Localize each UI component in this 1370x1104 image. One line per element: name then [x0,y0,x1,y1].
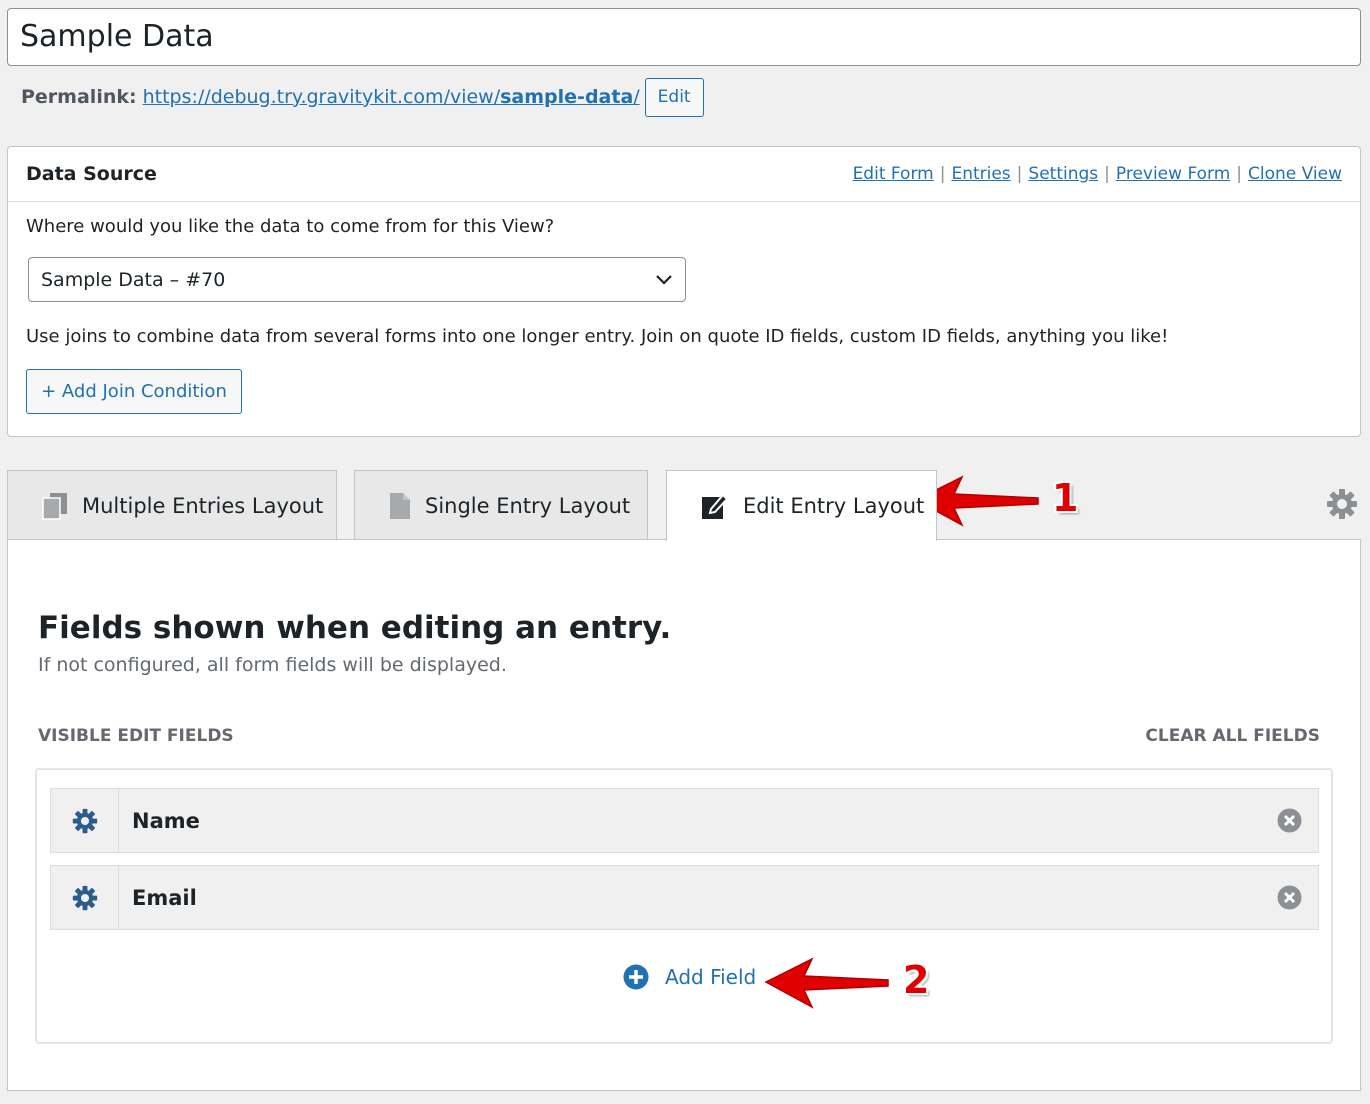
data-source-question: Where would you like the data to come fr… [26,216,555,237]
link-separator: | [1104,164,1110,184]
edit-layout-panel: Fields shown when editing an entry. If n… [7,539,1361,1091]
chevron-down-icon [655,269,673,291]
edit-permalink-button[interactable]: Edit [644,77,704,117]
link-separator: | [939,164,946,184]
tab-label: Edit Entry Layout [743,494,925,518]
permalink-row: Permalink: https://debug.try.gravitykit.… [21,77,704,117]
edit-fields-area: Name Email Add Field [35,768,1333,1044]
visible-edit-fields-label: Visible Edit Fields [38,726,234,746]
data-source-links: Edit Form | Entries | Settings | Preview… [853,164,1342,184]
entries-link[interactable]: Entries [951,164,1010,184]
document-icon [389,492,411,520]
edit-layout-heading: Fields shown when editing an entry. [38,610,672,646]
copy-icon [42,492,68,520]
add-field-label: Add Field [665,965,757,989]
preview-form-link[interactable]: Preview Form [1116,164,1230,184]
field-row-email[interactable]: Email [50,865,1319,930]
permalink-url-suffix: / [633,86,640,108]
data-source-heading: Data Source [26,163,157,185]
edit-form-link[interactable]: Edit Form [853,164,934,184]
view-title-input[interactable]: Sample Data [7,8,1361,66]
data-source-panel: Data Source Edit Form | Entries | Settin… [7,146,1361,437]
layout-tabs: Multiple Entries Layout Single Entry Lay… [7,470,1361,541]
field-label: Name [132,808,200,833]
form-select[interactable]: Sample Data – #70 [28,257,686,302]
permalink-url-slug: sample-data [500,86,634,108]
add-field-button[interactable]: Add Field [623,964,756,990]
clone-view-link[interactable]: Clone View [1248,164,1342,184]
settings-link[interactable]: Settings [1028,164,1098,184]
tab-label: Multiple Entries Layout [82,493,324,518]
remove-field-close-icon[interactable] [1277,885,1302,910]
tab-label: Single Entry Layout [425,493,631,518]
tab-edit-entry-layout[interactable]: Edit Entry Layout [666,470,937,541]
tab-multiple-entries-layout[interactable]: Multiple Entries Layout [7,470,337,540]
field-row-name[interactable]: Name [50,788,1319,853]
field-label: Email [132,885,197,910]
clear-all-fields-button[interactable]: Clear All Fields [1145,726,1320,746]
data-source-header: Data Source Edit Form | Entries | Settin… [8,147,1360,202]
annotation-number-1: 1 [1052,476,1079,520]
permalink-url-prefix: https://debug.try.gravitykit.com/view/ [142,86,501,108]
plus-circle-icon [623,964,649,990]
link-separator: | [1016,164,1023,184]
gear-icon[interactable] [1326,488,1358,524]
annotation-arrow-2 [764,957,889,1009]
joins-help-text: Use joins to combine data from several f… [26,326,1169,347]
add-join-condition-button[interactable]: + Add Join Condition [26,369,242,414]
tab-single-entry-layout[interactable]: Single Entry Layout [354,470,648,540]
link-separator: | [1236,164,1243,184]
form-select-value: Sample Data – #70 [41,268,226,291]
edit-icon [701,491,729,521]
remove-field-close-icon[interactable] [1277,808,1302,833]
field-settings-gear-icon[interactable] [51,789,119,852]
edit-layout-subheading: If not configured, all form fields will … [38,654,507,676]
field-settings-gear-icon[interactable] [51,866,119,929]
permalink-label: Permalink: [21,86,137,108]
permalink-link[interactable]: https://debug.try.gravitykit.com/view/sa… [143,86,640,108]
annotation-number-2: 2 [903,958,930,1002]
